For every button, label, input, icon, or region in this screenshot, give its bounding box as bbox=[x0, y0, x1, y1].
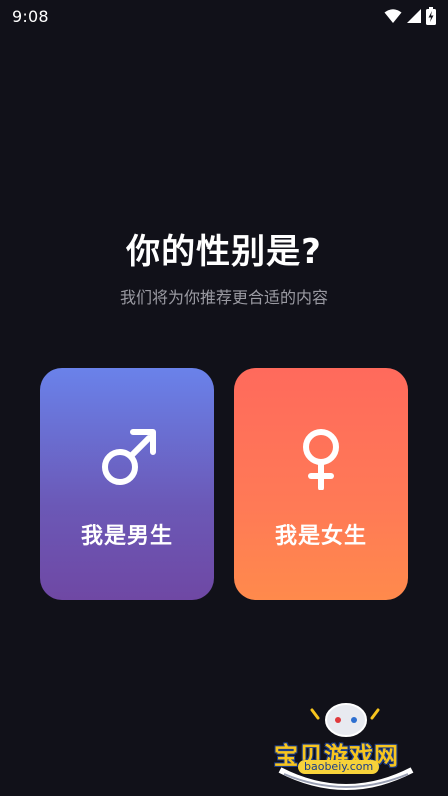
male-option-label: 我是男生 bbox=[80, 524, 173, 549]
battery-charging-icon bbox=[426, 7, 436, 25]
male-symbol-icon bbox=[102, 429, 156, 485]
male-option-card[interactable]: 我是男生 bbox=[40, 368, 214, 600]
female-option-label: 我是女生 bbox=[274, 524, 367, 549]
female-option-card[interactable]: 我是女生 bbox=[234, 368, 408, 600]
page-subtitle: 我们将为你推荐更合适的内容 bbox=[119, 288, 328, 307]
female-symbol-icon bbox=[303, 429, 339, 490]
page-title: 你的性别是? bbox=[126, 232, 322, 272]
watermark-url: baobeiy.com bbox=[298, 760, 380, 774]
status-time: 9:08 bbox=[12, 6, 49, 26]
wifi-icon bbox=[384, 9, 402, 23]
watermark-logo: 宝贝游戏网 baobeiy.com bbox=[266, 700, 426, 792]
status-bar: 9:08 bbox=[0, 0, 448, 32]
cellular-signal-icon bbox=[407, 9, 421, 23]
status-icons bbox=[384, 7, 436, 25]
gender-selection-screen: 9:08 你的性别是? 我们将为你推荐更合适的内容 我是男生 我是女生 宝贝游戏… bbox=[0, 0, 448, 796]
